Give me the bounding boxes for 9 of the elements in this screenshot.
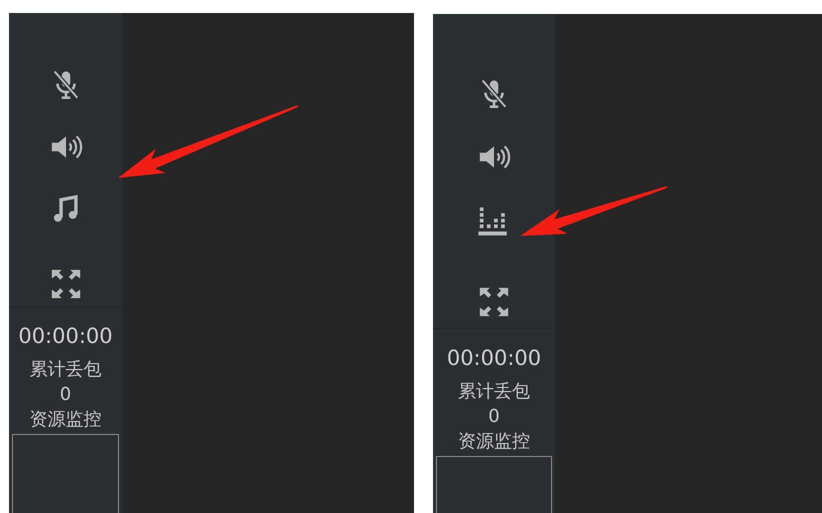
- elapsed-time: 00:00:00: [18, 323, 113, 349]
- resource-monitor-label: 资源监控: [458, 430, 530, 454]
- resource-monitor-label: 资源监控: [30, 408, 102, 432]
- packet-loss-count: 0: [60, 383, 72, 407]
- packet-loss-label: 累计丢包: [30, 358, 102, 382]
- packet-loss-count: 0: [488, 405, 500, 429]
- packet-loss-label: 累计丢包: [458, 380, 530, 404]
- fullscreen-icon[interactable]: [477, 285, 511, 319]
- elapsed-time: 00:00:00: [446, 345, 542, 371]
